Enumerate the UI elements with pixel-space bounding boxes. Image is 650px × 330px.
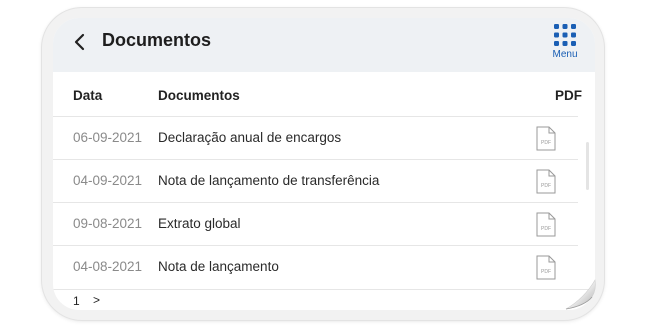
row-document[interactable]: Declaração anual de encargos bbox=[158, 130, 341, 145]
page-number[interactable]: 1 bbox=[73, 294, 80, 308]
table-row[interactable]: 06-09-2021 Declaração anual de encargos … bbox=[53, 116, 578, 159]
pdf-file-icon[interactable]: PDF bbox=[536, 255, 556, 280]
table-row[interactable]: 04-09-2021 Nota de lançamento de transfe… bbox=[53, 159, 578, 202]
pagination: 1 > bbox=[53, 289, 595, 310]
row-date: 04-08-2021 bbox=[73, 259, 143, 274]
svg-text:PDF: PDF bbox=[541, 226, 551, 232]
menu-label: Menu bbox=[552, 49, 578, 60]
grid-icon bbox=[554, 24, 576, 46]
back-button[interactable] bbox=[67, 29, 93, 55]
svg-text:PDF: PDF bbox=[541, 269, 551, 275]
pdf-file-icon[interactable]: PDF bbox=[536, 126, 556, 151]
row-date: 09-08-2021 bbox=[73, 216, 143, 231]
table-row[interactable]: 09-08-2021 Extrato global PDF bbox=[53, 202, 578, 245]
row-document[interactable]: Nota de lançamento de transferência bbox=[158, 173, 379, 188]
next-page-button[interactable]: > bbox=[93, 293, 100, 307]
scrollbar[interactable] bbox=[586, 142, 589, 190]
row-date: 06-09-2021 bbox=[73, 130, 143, 145]
column-header-documents[interactable]: Documentos bbox=[158, 88, 240, 103]
app-header: Documentos Menu bbox=[53, 18, 595, 72]
row-document[interactable]: Nota de lançamento bbox=[158, 259, 279, 274]
svg-text:PDF: PDF bbox=[541, 140, 551, 146]
page-title: Documentos bbox=[102, 30, 212, 50]
pdf-file-icon[interactable]: PDF bbox=[536, 169, 556, 194]
page-curl-icon bbox=[565, 279, 596, 310]
column-header-date[interactable]: Data bbox=[73, 88, 102, 103]
table-row[interactable]: 04-08-2021 Nota de lançamento PDF bbox=[53, 245, 578, 288]
app-screen: Documentos Menu Data Documentos PDF 06-0… bbox=[53, 18, 595, 310]
row-date: 04-09-2021 bbox=[73, 173, 143, 188]
pdf-file-icon[interactable]: PDF bbox=[536, 212, 556, 237]
chevron-left-icon bbox=[74, 33, 85, 51]
svg-text:PDF: PDF bbox=[541, 183, 551, 189]
menu-button[interactable]: Menu bbox=[542, 23, 588, 63]
row-document[interactable]: Extrato global bbox=[158, 216, 241, 231]
column-header-pdf: PDF bbox=[555, 88, 582, 103]
